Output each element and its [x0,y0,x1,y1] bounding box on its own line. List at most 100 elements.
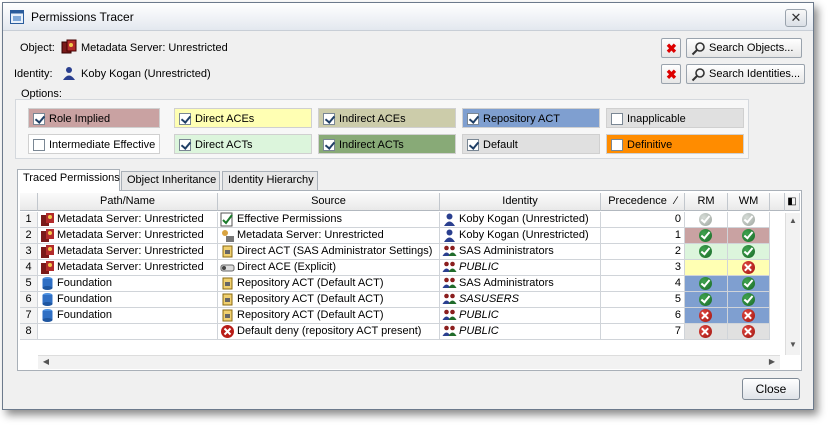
cell-wm[interactable] [728,244,770,260]
cell-rm[interactable] [685,292,728,308]
cell-source[interactable]: Default deny (repository ACT present) [218,324,440,340]
cell-wm[interactable] [728,324,770,340]
window-title: Permissions Tracer [31,10,134,24]
cell-precedence[interactable]: 3 [601,260,685,276]
tab-identity-hierarchy[interactable]: Identity Hierarchy [222,171,318,190]
option-checkbox[interactable] [467,113,479,125]
close-button[interactable]: Close [742,378,800,400]
scroll-down-icon[interactable]: ▼ [787,339,799,351]
cell-wm[interactable] [728,228,770,244]
cell-wm[interactable] [728,308,770,324]
option-checkbox[interactable] [179,139,191,151]
cell-path[interactable]: Metadata Server: Unrestricted [38,212,218,228]
cell-precedence[interactable]: 2 [601,244,685,260]
grant-icon [741,293,755,306]
cell-path[interactable]: Foundation [38,292,218,308]
column-chooser-icon[interactable]: ◧ [785,193,800,211]
cell-wm[interactable] [728,276,770,292]
search-identities-button[interactable]: Search Identities... [686,64,805,84]
cell-rm[interactable] [685,228,728,244]
column-header-source[interactable]: Source [218,193,440,211]
option-4[interactable]: Inapplicable [606,108,744,128]
cell-identity[interactable]: SAS Administrators [440,244,601,260]
column-header-identity[interactable]: Identity [440,193,601,211]
deny-icon [741,309,755,322]
cell-source[interactable]: Effective Permissions [218,212,440,228]
cell-precedence[interactable]: 1 [601,228,685,244]
cell-precedence[interactable]: 4 [601,276,685,292]
option-checkbox[interactable] [611,139,623,151]
cell-identity[interactable]: PUBLIC [440,324,601,340]
repository-icon [42,277,53,290]
cell-precedence[interactable]: 6 [601,308,685,324]
cell-source[interactable]: Repository ACT (Default ACT) [218,276,440,292]
option-6[interactable]: Direct ACTs [174,134,312,154]
scroll-up-icon[interactable]: ▲ [787,215,799,227]
option-label: Direct ACEs [195,113,255,125]
cell-rm[interactable] [685,260,728,276]
option-5[interactable]: Intermediate Effective [28,134,160,154]
cell-wm[interactable] [728,292,770,308]
column-header-path[interactable]: Path/Name [38,193,218,211]
cell-path[interactable] [38,324,218,340]
vertical-scrollbar[interactable]: ▲ ▼ [785,213,800,355]
tab-object-inheritance[interactable]: Object Inheritance [121,171,220,190]
option-7[interactable]: Indirect ACTs [318,134,456,154]
cell-identity[interactable]: Koby Kogan (Unrestricted) [440,212,601,228]
option-3[interactable]: Repository ACT [462,108,600,128]
option-checkbox[interactable] [611,113,623,125]
cell-rm[interactable] [685,244,728,260]
option-checkbox[interactable] [33,113,45,125]
grant-icon [699,229,712,242]
cell-source[interactable]: Metadata Server: Unrestricted [218,228,440,244]
cell-precedence[interactable]: 0 [601,212,685,228]
cell-precedence[interactable]: 7 [601,324,685,340]
column-header-precedence[interactable]: Precedence ∕ [601,193,685,211]
cell-path[interactable]: Metadata Server: Unrestricted [38,244,218,260]
cell-path[interactable]: Foundation [38,308,218,324]
option-checkbox[interactable] [467,139,479,151]
row-number: 5 [20,276,38,292]
option-2[interactable]: Indirect ACEs [318,108,456,128]
horizontal-scrollbar[interactable]: ◀ ▶ [38,355,780,369]
cell-identity[interactable]: SASUSERS [440,292,601,308]
option-8[interactable]: Default [462,134,600,154]
scroll-right-icon[interactable]: ▶ [766,356,778,368]
cell-source[interactable]: Repository ACT (Default ACT) [218,308,440,324]
cell-path[interactable]: Metadata Server: Unrestricted [38,260,218,276]
option-0[interactable]: Role Implied [28,108,160,128]
option-9[interactable]: Definitive [606,134,744,154]
cell-rm[interactable] [685,308,728,324]
option-checkbox[interactable] [323,139,335,151]
search-objects-button[interactable]: Search Objects... [686,38,802,58]
column-header-wm[interactable]: WM [728,193,770,211]
cell-identity[interactable]: SAS Administrators [440,276,601,292]
option-1[interactable]: Direct ACEs [174,108,312,128]
clear-identity-button[interactable]: ✖ [661,64,681,84]
user-icon [444,229,455,242]
cell-wm[interactable] [728,212,770,228]
option-checkbox[interactable] [179,113,191,125]
column-header-rm[interactable]: RM [685,193,728,211]
tab-traced-permissions[interactable]: Traced Permissions [17,169,120,191]
cell-precedence[interactable]: 5 [601,292,685,308]
cell-path[interactable]: Foundation [38,276,218,292]
cell-identity[interactable]: PUBLIC [440,260,601,276]
cell-source[interactable]: Direct ACE (Explicit) [218,260,440,276]
option-label: Definitive [627,139,673,151]
scroll-left-icon[interactable]: ◀ [40,356,52,368]
path-text: Metadata Server: Unrestricted [57,229,204,241]
cell-rm[interactable] [685,276,728,292]
option-checkbox[interactable] [33,139,45,151]
cell-path[interactable]: Metadata Server: Unrestricted [38,228,218,244]
cell-identity[interactable]: Koby Kogan (Unrestricted) [440,228,601,244]
cell-wm[interactable] [728,260,770,276]
cell-rm[interactable] [685,212,728,228]
cell-source[interactable]: Repository ACT (Default ACT) [218,292,440,308]
cell-rm[interactable] [685,324,728,340]
cell-identity[interactable]: PUBLIC [440,308,601,324]
option-checkbox[interactable] [323,113,335,125]
cell-source[interactable]: Direct ACT (SAS Administrator Settings) [218,244,440,260]
clear-object-button[interactable]: ✖ [661,38,681,58]
window-close-button[interactable]: ✕ [785,9,807,27]
